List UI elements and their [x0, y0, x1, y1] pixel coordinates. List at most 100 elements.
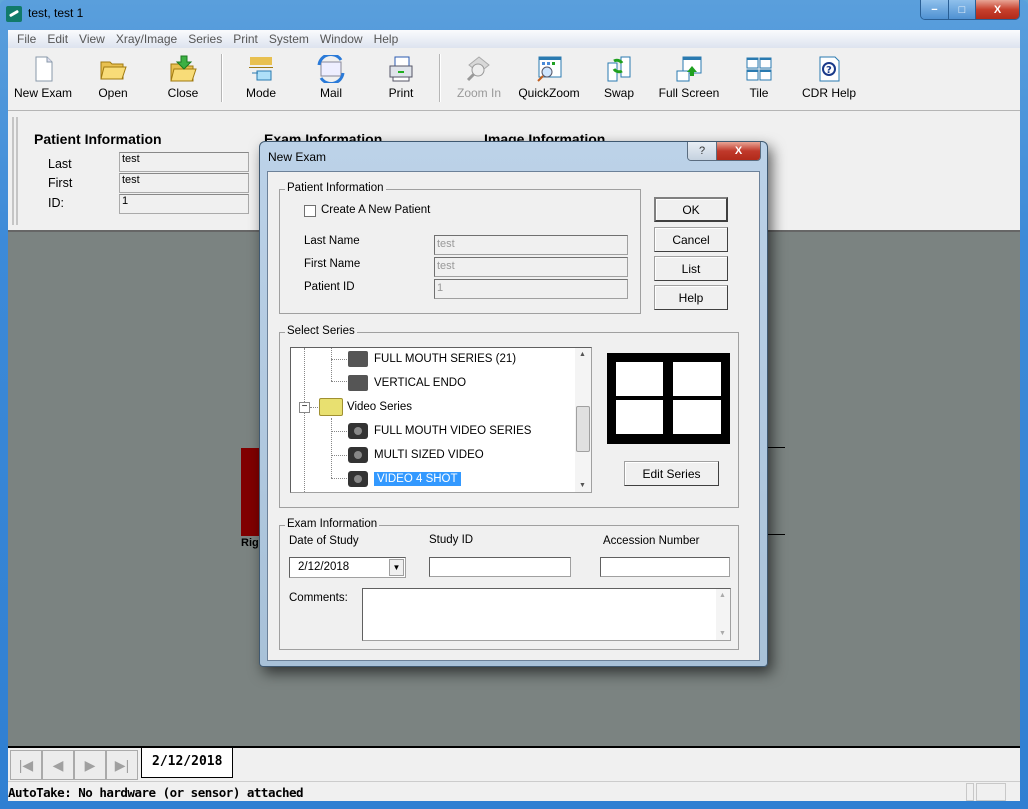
- quickzoom-button[interactable]: QuickZoom: [514, 50, 584, 106]
- create-new-patient-checkbox[interactable]: [304, 205, 316, 217]
- first-name-field[interactable]: test: [434, 257, 628, 277]
- first-field: test: [119, 173, 249, 193]
- dropdown-arrow-icon[interactable]: ▼: [389, 559, 404, 576]
- patient-id-label: Patient ID: [304, 281, 355, 293]
- status-bar: AutoTake: No hardware (or sensor) attach…: [8, 781, 1020, 801]
- mode-button[interactable]: Mode: [226, 50, 296, 106]
- comments-textarea[interactable]: ▲ ▼: [362, 588, 731, 641]
- app-logo-icon: [6, 6, 22, 22]
- menu-series[interactable]: Series: [183, 30, 228, 48]
- tree-line: [331, 455, 347, 456]
- tree-item-selected[interactable]: VIDEO 4 SHOT: [348, 469, 461, 489]
- tree-line: [331, 418, 332, 478]
- mode-icon: [247, 55, 275, 83]
- title-bar[interactable]: test, test 1 − □ X: [0, 0, 1028, 28]
- full-screen-button[interactable]: Full Screen: [654, 50, 724, 106]
- list-button[interactable]: List: [654, 256, 728, 281]
- menu-system[interactable]: System: [264, 30, 315, 48]
- zoom-in-button[interactable]: Zoom In: [444, 50, 514, 106]
- toolbar: New Exam Open Close Mode Mail Print Zoom…: [8, 50, 1020, 108]
- xray-series-icon: [348, 375, 368, 391]
- panel-grip[interactable]: [12, 117, 18, 225]
- accession-number-label: Accession Number: [603, 535, 700, 547]
- previous-tab-button[interactable]: ◀: [42, 750, 74, 780]
- first-name-label: First Name: [304, 258, 361, 270]
- menu-edit[interactable]: Edit: [42, 30, 74, 48]
- video-camera-icon: [348, 471, 368, 487]
- study-id-label: Study ID: [429, 534, 474, 546]
- menu-window[interactable]: Window: [315, 30, 369, 48]
- quickzoom-icon: [535, 55, 563, 83]
- tree-line: [331, 381, 347, 382]
- tab-exam-date[interactable]: 2/12/2018: [141, 748, 234, 778]
- new-exam-button[interactable]: New Exam: [8, 50, 78, 106]
- comments-scrollbar[interactable]: ▲ ▼: [716, 589, 730, 640]
- tree-item[interactable]: FULL MOUTH SERIES (21): [348, 349, 516, 369]
- scroll-up-icon[interactable]: ▲: [719, 592, 726, 599]
- next-tab-button[interactable]: ▶: [74, 750, 106, 780]
- ok-button[interactable]: OK: [654, 197, 728, 222]
- tree-line: [304, 348, 305, 492]
- tree-scrollbar[interactable]: ▲ ▼: [575, 348, 591, 492]
- menu-help[interactable]: Help: [369, 30, 405, 48]
- date-of-study-select[interactable]: 2/12/2018 ▼: [289, 557, 406, 578]
- last-field: test: [119, 152, 249, 172]
- tree-line: [331, 478, 347, 479]
- tile-button[interactable]: Tile: [724, 50, 794, 106]
- cancel-button[interactable]: Cancel: [654, 227, 728, 252]
- last-name-label: Last Name: [304, 235, 360, 247]
- first-label: First: [48, 176, 73, 190]
- create-new-patient-label[interactable]: Create A New Patient: [321, 204, 430, 216]
- close-exam-button[interactable]: Close: [148, 50, 218, 106]
- patient-id-field[interactable]: 1: [434, 279, 628, 299]
- exam-info-group: Exam Information Date of Study 2/12/2018…: [279, 518, 739, 650]
- scroll-down-icon[interactable]: ▼: [579, 482, 586, 489]
- dialog-help-button[interactable]: ?: [688, 142, 716, 160]
- first-icon: |◀: [18, 756, 34, 773]
- collapse-toggle[interactable]: −: [299, 402, 310, 413]
- scroll-down-icon[interactable]: ▼: [719, 630, 726, 637]
- tree-item[interactable]: VERTICAL ENDO: [348, 373, 466, 393]
- menu-view[interactable]: View: [74, 30, 111, 48]
- help-icon: ?: [815, 55, 843, 83]
- help-button[interactable]: Help: [654, 285, 728, 310]
- menu-file[interactable]: File: [12, 30, 42, 48]
- layout-cell: [616, 400, 663, 434]
- open-folder-icon: [99, 55, 127, 83]
- dialog-close-button[interactable]: X: [716, 142, 760, 160]
- last-name-field[interactable]: test: [434, 235, 628, 255]
- video-camera-icon: [348, 423, 368, 439]
- series-tree[interactable]: FULL MOUTH SERIES (21) VERTICAL ENDO − V…: [290, 347, 592, 493]
- last-tab-button[interactable]: ▶|: [106, 750, 138, 780]
- swap-button[interactable]: Swap: [584, 50, 654, 106]
- maximize-button[interactable]: □: [948, 0, 975, 19]
- menu-print[interactable]: Print: [228, 30, 264, 48]
- printer-icon: [387, 55, 415, 83]
- mail-button[interactable]: Mail: [296, 50, 366, 106]
- scroll-up-icon[interactable]: ▲: [579, 351, 586, 358]
- scrollbar-thumb[interactable]: [576, 406, 590, 452]
- edit-series-button[interactable]: Edit Series: [624, 461, 719, 486]
- close-button[interactable]: X: [975, 0, 1019, 19]
- tree-folder[interactable]: Video Series: [319, 397, 412, 417]
- dialog-title: New Exam: [268, 150, 327, 164]
- menu-xray-image[interactable]: Xray/Image: [111, 30, 183, 48]
- toolbar-separator: [439, 54, 441, 102]
- tab-strip: |◀ ◀ ▶ ▶| 2/12/2018: [8, 748, 1020, 780]
- minimize-button[interactable]: −: [921, 0, 948, 19]
- tree-item[interactable]: FULL MOUTH VIDEO SERIES: [348, 421, 531, 441]
- study-id-input[interactable]: [429, 557, 571, 577]
- accession-number-input[interactable]: [600, 557, 730, 577]
- open-button[interactable]: Open: [78, 50, 148, 106]
- id-label: ID:: [48, 196, 64, 210]
- cdr-help-button[interactable]: ? CDR Help: [794, 50, 864, 106]
- print-button[interactable]: Print: [366, 50, 436, 106]
- resize-grip[interactable]: [1006, 783, 1020, 801]
- first-tab-button[interactable]: |◀: [10, 750, 42, 780]
- tree-line: [331, 348, 332, 381]
- mail-icon: [317, 53, 345, 85]
- select-series-group: Select Series FULL MOUTH SERIES (21) VER…: [279, 325, 739, 508]
- tree-item[interactable]: MULTI SIZED VIDEO: [348, 445, 484, 465]
- window-controls: − □ X: [920, 0, 1020, 20]
- main-window: test, test 1 − □ X File Edit View Xray/I…: [0, 0, 1028, 809]
